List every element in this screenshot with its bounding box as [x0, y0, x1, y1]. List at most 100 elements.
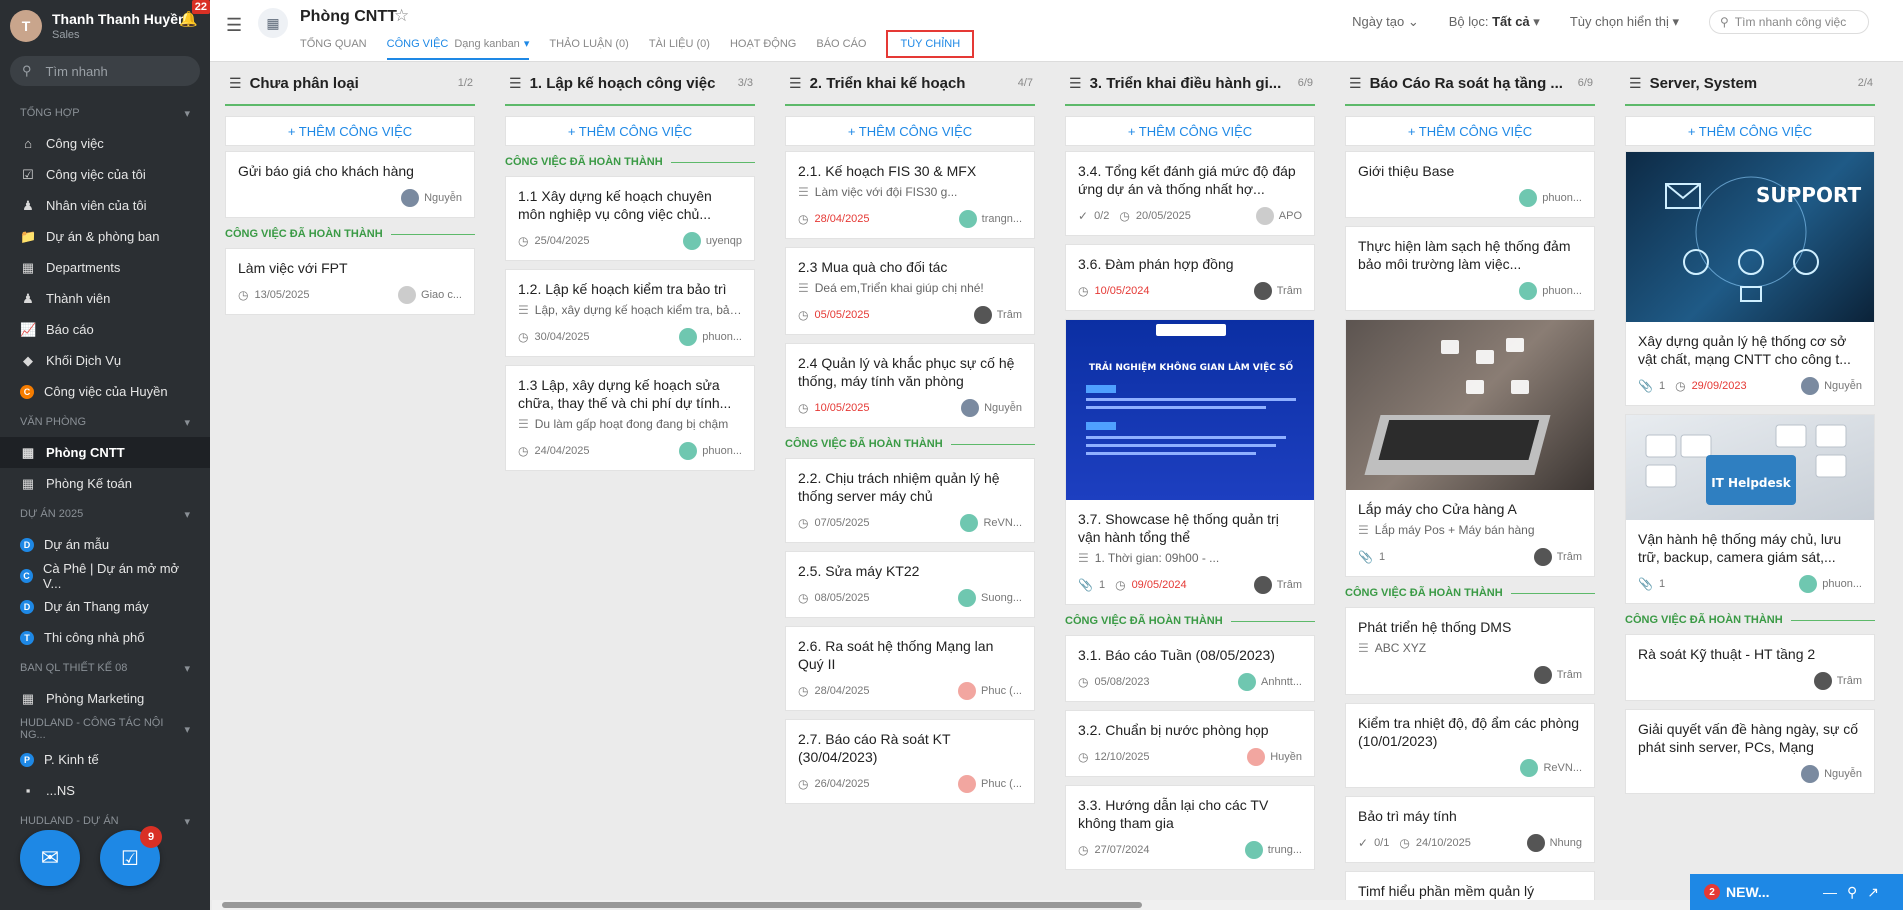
task-assignee[interactable]: Nguyễn: [1801, 765, 1862, 783]
star-icon[interactable]: ☆: [394, 6, 409, 26]
tab-6[interactable]: TÙY CHỈNH: [886, 30, 975, 58]
task-assignee[interactable]: ReVN...: [960, 514, 1022, 532]
task-assignee[interactable]: APO: [1255, 207, 1302, 225]
task-assignee[interactable]: Giao c...: [398, 286, 462, 304]
scrollbar-thumb[interactable]: [222, 902, 1142, 908]
add-task-button[interactable]: + THÊM CÔNG VIỆC: [1625, 116, 1875, 146]
sidebar-search[interactable]: ⚲ Tìm nhanh: [10, 56, 200, 86]
task-assignee[interactable]: Nhung: [1526, 834, 1582, 852]
task-card[interactable]: Lắp máy cho Cửa hàng A ☰ Lắp máy Pos + Máy…: [1345, 319, 1595, 577]
task-assignee[interactable]: ReVN...: [1520, 759, 1582, 777]
tab-5[interactable]: BÁO CÁO: [816, 30, 866, 60]
task-search-input[interactable]: ⚲ Tìm nhanh công việc: [1709, 10, 1869, 34]
task-card[interactable]: 2.7. Báo cáo Rà soát KT (30/04/2023) ◷ 26/…: [785, 719, 1035, 804]
task-assignee[interactable]: trangn...: [958, 210, 1022, 228]
sidebar-item[interactable]: ▪ ...NS: [0, 775, 210, 806]
sidebar-item[interactable]: ♟ Thành viên: [0, 283, 210, 314]
sidebar-item[interactable]: ♟ Nhân viên của tôi: [0, 190, 210, 221]
add-task-button[interactable]: + THÊM CÔNG VIỆC: [785, 116, 1035, 146]
task-card[interactable]: SUPPORT Xây dựng quản lý hệ thống cơ sở v…: [1625, 151, 1875, 406]
task-card[interactable]: Bảo trì máy tính ✓ 0/1 ◷ 24/10/2025 Nhung: [1345, 796, 1595, 863]
filter-dropdown[interactable]: Bộ lọc: Tất cả ▾: [1449, 14, 1540, 30]
tab-1[interactable]: CÔNG VIỆC Dạng kanban ▾: [386, 30, 530, 60]
task-assignee[interactable]: Nguyễn: [1801, 377, 1862, 395]
add-task-button[interactable]: + THÊM CÔNG VIỆC: [505, 116, 755, 146]
task-card[interactable]: 2.5. Sửa máy KT22 ◷ 08/05/2025 Suong...: [785, 551, 1035, 618]
sidebar-item[interactable]: ▦ Phòng CNTT: [0, 437, 210, 468]
tab-0[interactable]: TỔNG QUAN: [300, 30, 367, 60]
sidebar-item[interactable]: C Công việc của Huyền: [0, 376, 210, 407]
task-card[interactable]: 3.2. Chuẩn bị nước phòng họp ◷ 12/10/2025 H…: [1065, 710, 1315, 777]
task-card[interactable]: 2.4 Quản lý và khắc phục sự cố hệ thống,…: [785, 343, 1035, 428]
task-card[interactable]: Timf hiểu phần mềm quản lý: [1345, 871, 1595, 900]
task-card[interactable]: 3.1. Báo cáo Tuần (08/05/2023) ◷ 05/08/202…: [1065, 635, 1315, 702]
column-header[interactable]: ☰ Chưa phân loại 1/2: [225, 62, 475, 106]
task-assignee[interactable]: uyenqp: [682, 232, 742, 250]
sidebar-item[interactable]: T Thi công nhà phố: [0, 622, 210, 653]
task-assignee[interactable]: Trâm: [1533, 548, 1582, 566]
task-card[interactable]: 1.2. Lập kế hoạch kiểm tra bảo trì ☰ Lập, …: [505, 269, 755, 357]
task-card[interactable]: TRẢI NGHIỆM KHÔNG GIAN LÀM VIỆC SỐ 3.7. S…: [1065, 319, 1315, 605]
task-card[interactable]: 2.3 Mua quà cho đối tác ☰ Deá em,Triển kha…: [785, 247, 1035, 335]
sidebar-item[interactable]: D Dự án mẫu: [0, 529, 210, 560]
task-card[interactable]: 3.6. Đàm phán hợp đồng ◷ 10/05/2024 Trâm: [1065, 244, 1315, 311]
task-button[interactable]: ☑ 9: [100, 826, 162, 886]
sidebar-item[interactable]: ▦ Phòng Kế toán: [0, 468, 210, 499]
horizontal-scrollbar[interactable]: [212, 900, 1902, 910]
column-header[interactable]: ☰ 3. Triển khai điều hành gi... 6/9: [1065, 62, 1315, 106]
tab-4[interactable]: HOẠT ĐỘNG: [730, 30, 796, 60]
task-assignee[interactable]: Phuc (...: [958, 775, 1022, 793]
tab-2[interactable]: THẢO LUẬN (0): [549, 30, 628, 60]
sidebar-item[interactable]: C Cà Phê | Dự án mở mở V...: [0, 560, 210, 591]
task-assignee[interactable]: Phuc (...: [958, 682, 1022, 700]
sidebar-section-header[interactable]: TỔNG HỢP ▾: [0, 98, 210, 128]
task-assignee[interactable]: Huyền: [1247, 748, 1302, 766]
column-header[interactable]: ☰ Báo Cáo Ra soát hạ tầng ... 6/9: [1345, 62, 1595, 106]
task-assignee[interactable]: trung...: [1244, 841, 1302, 859]
menu-icon[interactable]: ☰: [226, 15, 242, 36]
sidebar-item[interactable]: 📁 Dự án & phòng ban: [0, 221, 210, 252]
task-assignee[interactable]: phuon...: [1799, 575, 1862, 593]
task-card[interactable]: Rà soát Kỹ thuật - HT tầng 2 Trâm: [1625, 634, 1875, 701]
column-header[interactable]: ☰ 2. Triển khai kế hoạch 4/7: [785, 62, 1035, 106]
sidebar-section-header[interactable]: HUDLAND - DỰ ÁN ▾: [0, 806, 210, 836]
sidebar-section-header[interactable]: HUDLAND - CÔNG TÁC NỘI NG... ▾: [0, 714, 210, 744]
caret-down-icon[interactable]: ▾: [524, 38, 530, 50]
sidebar-item[interactable]: ▦ Departments: [0, 252, 210, 283]
sidebar-item[interactable]: ◆ Khối Dịch Vụ: [0, 345, 210, 376]
column-header[interactable]: ☰ Server, System 2/4: [1625, 62, 1875, 106]
task-card[interactable]: 2.1. Kế hoạch FIS 30 & MFX ☰ Làm việc với …: [785, 151, 1035, 239]
sidebar-item[interactable]: P P. Kinh tế: [0, 744, 210, 775]
display-dropdown[interactable]: Tùy chọn hiển thị ▾: [1570, 14, 1679, 30]
task-card[interactable]: Giới thiệu Base phuon...: [1345, 151, 1595, 218]
task-card[interactable]: 3.3. Hướng dẫn lại cho các TV không tham…: [1065, 785, 1315, 870]
task-assignee[interactable]: Nguyễn: [961, 399, 1022, 417]
task-card[interactable]: Kiểm tra nhiệt độ, độ ẩm các phòng (10/0…: [1345, 703, 1595, 788]
task-card[interactable]: IT Helpdesk Vận hành hệ thống máy chủ, lư…: [1625, 414, 1875, 604]
column-header[interactable]: ☰ 1. Lập kế hoạch công việc 3/3: [505, 62, 755, 106]
task-assignee[interactable]: Trâm: [973, 306, 1022, 324]
task-assignee[interactable]: Suong...: [958, 589, 1022, 607]
add-task-button[interactable]: + THÊM CÔNG VIỆC: [1065, 116, 1315, 146]
task-card[interactable]: 1.3 Lập, xây dựng kế hoạch sửa chữa, tha…: [505, 365, 755, 471]
window-controls[interactable]: —⚲↗: [1823, 884, 1889, 901]
task-card[interactable]: 1.1 Xây dựng kế hoạch chuyên môn nghiệp …: [505, 176, 755, 261]
task-assignee[interactable]: phuon...: [679, 328, 742, 346]
chat-button[interactable]: ✉: [20, 830, 80, 886]
sidebar-item[interactable]: ▦ Phòng Marketing: [0, 683, 210, 714]
add-task-button[interactable]: + THÊM CÔNG VIỆC: [1345, 116, 1595, 146]
tab-3[interactable]: TÀI LIỆU (0): [649, 30, 710, 60]
task-card[interactable]: Gửi báo giá cho khách hàng Nguyễn: [225, 151, 475, 218]
task-card[interactable]: 2.2. Chịu trách nhiệm quản lý hệ thống s…: [785, 458, 1035, 543]
task-assignee[interactable]: phuon...: [1519, 189, 1582, 207]
task-card[interactable]: Giải quyết vấn đề hàng ngày, sự cố phát …: [1625, 709, 1875, 794]
task-assignee[interactable]: phuon...: [1519, 282, 1582, 300]
sidebar-section-header[interactable]: DỰ ÁN 2025 ▾: [0, 499, 210, 529]
task-assignee[interactable]: Trâm: [1253, 576, 1302, 594]
sort-dropdown[interactable]: Ngày tạo ⌄: [1352, 14, 1419, 30]
sidebar-section-header[interactable]: BAN QL THIẾT KẾ 08 ▾: [0, 653, 210, 683]
task-assignee[interactable]: Trâm: [1533, 666, 1582, 684]
task-assignee[interactable]: phuon...: [679, 442, 742, 460]
sidebar-item[interactable]: ⌂ Công việc: [0, 128, 210, 159]
task-assignee[interactable]: Trâm: [1253, 282, 1302, 300]
